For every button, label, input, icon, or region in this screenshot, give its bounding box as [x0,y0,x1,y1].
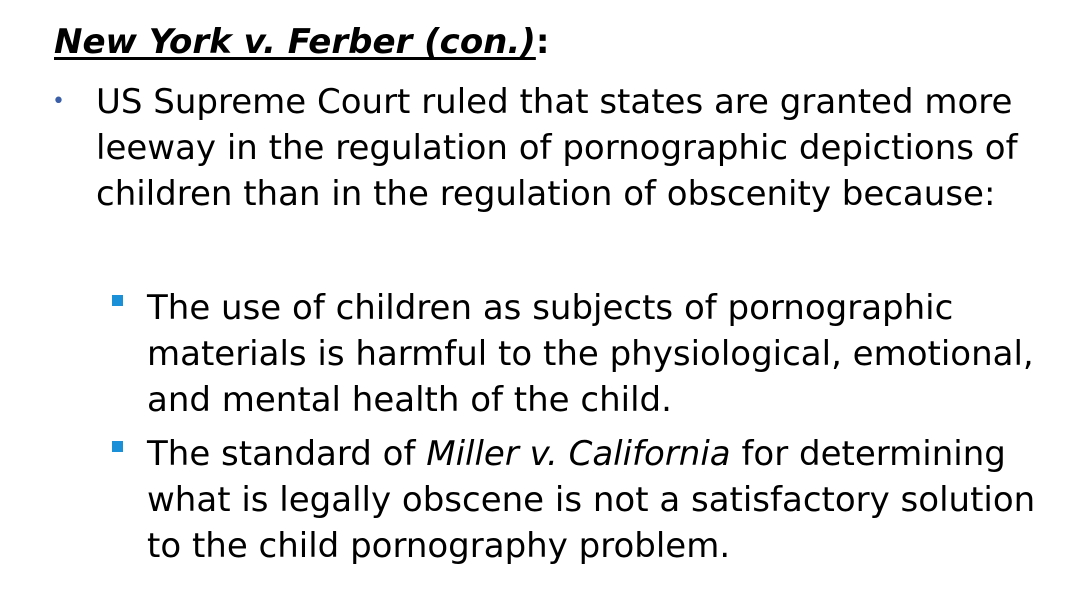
case-name-italic: Miller v. California [426,434,731,474]
square-bullet-icon [112,295,123,306]
sub-bullet-item: The standard of Miller v. California for… [112,431,1072,569]
main-bullet: • US Supreme Court ruled that states are… [52,79,1062,217]
sub-bullet-text: The standard of Miller v. California for… [147,431,1072,569]
slide-title-colon: : [535,22,550,62]
round-bullet-icon: • [52,89,65,114]
slide-title-text: New York v. Ferber (con.) [54,22,536,62]
slide: New York v. Ferber (con.): • US Supreme … [0,0,1081,614]
sub-bullet-list: The use of children as subjects of porno… [112,285,1072,577]
square-bullet-icon [112,441,123,452]
sub-bullet-text-before: The standard of [147,434,427,474]
main-bullet-text: US Supreme Court ruled that states are g… [96,82,1018,214]
slide-title: New York v. Ferber (con.): [54,20,549,64]
sub-bullet-item: The use of children as subjects of porno… [112,285,1072,423]
sub-bullet-text: The use of children as subjects of porno… [147,288,1034,420]
